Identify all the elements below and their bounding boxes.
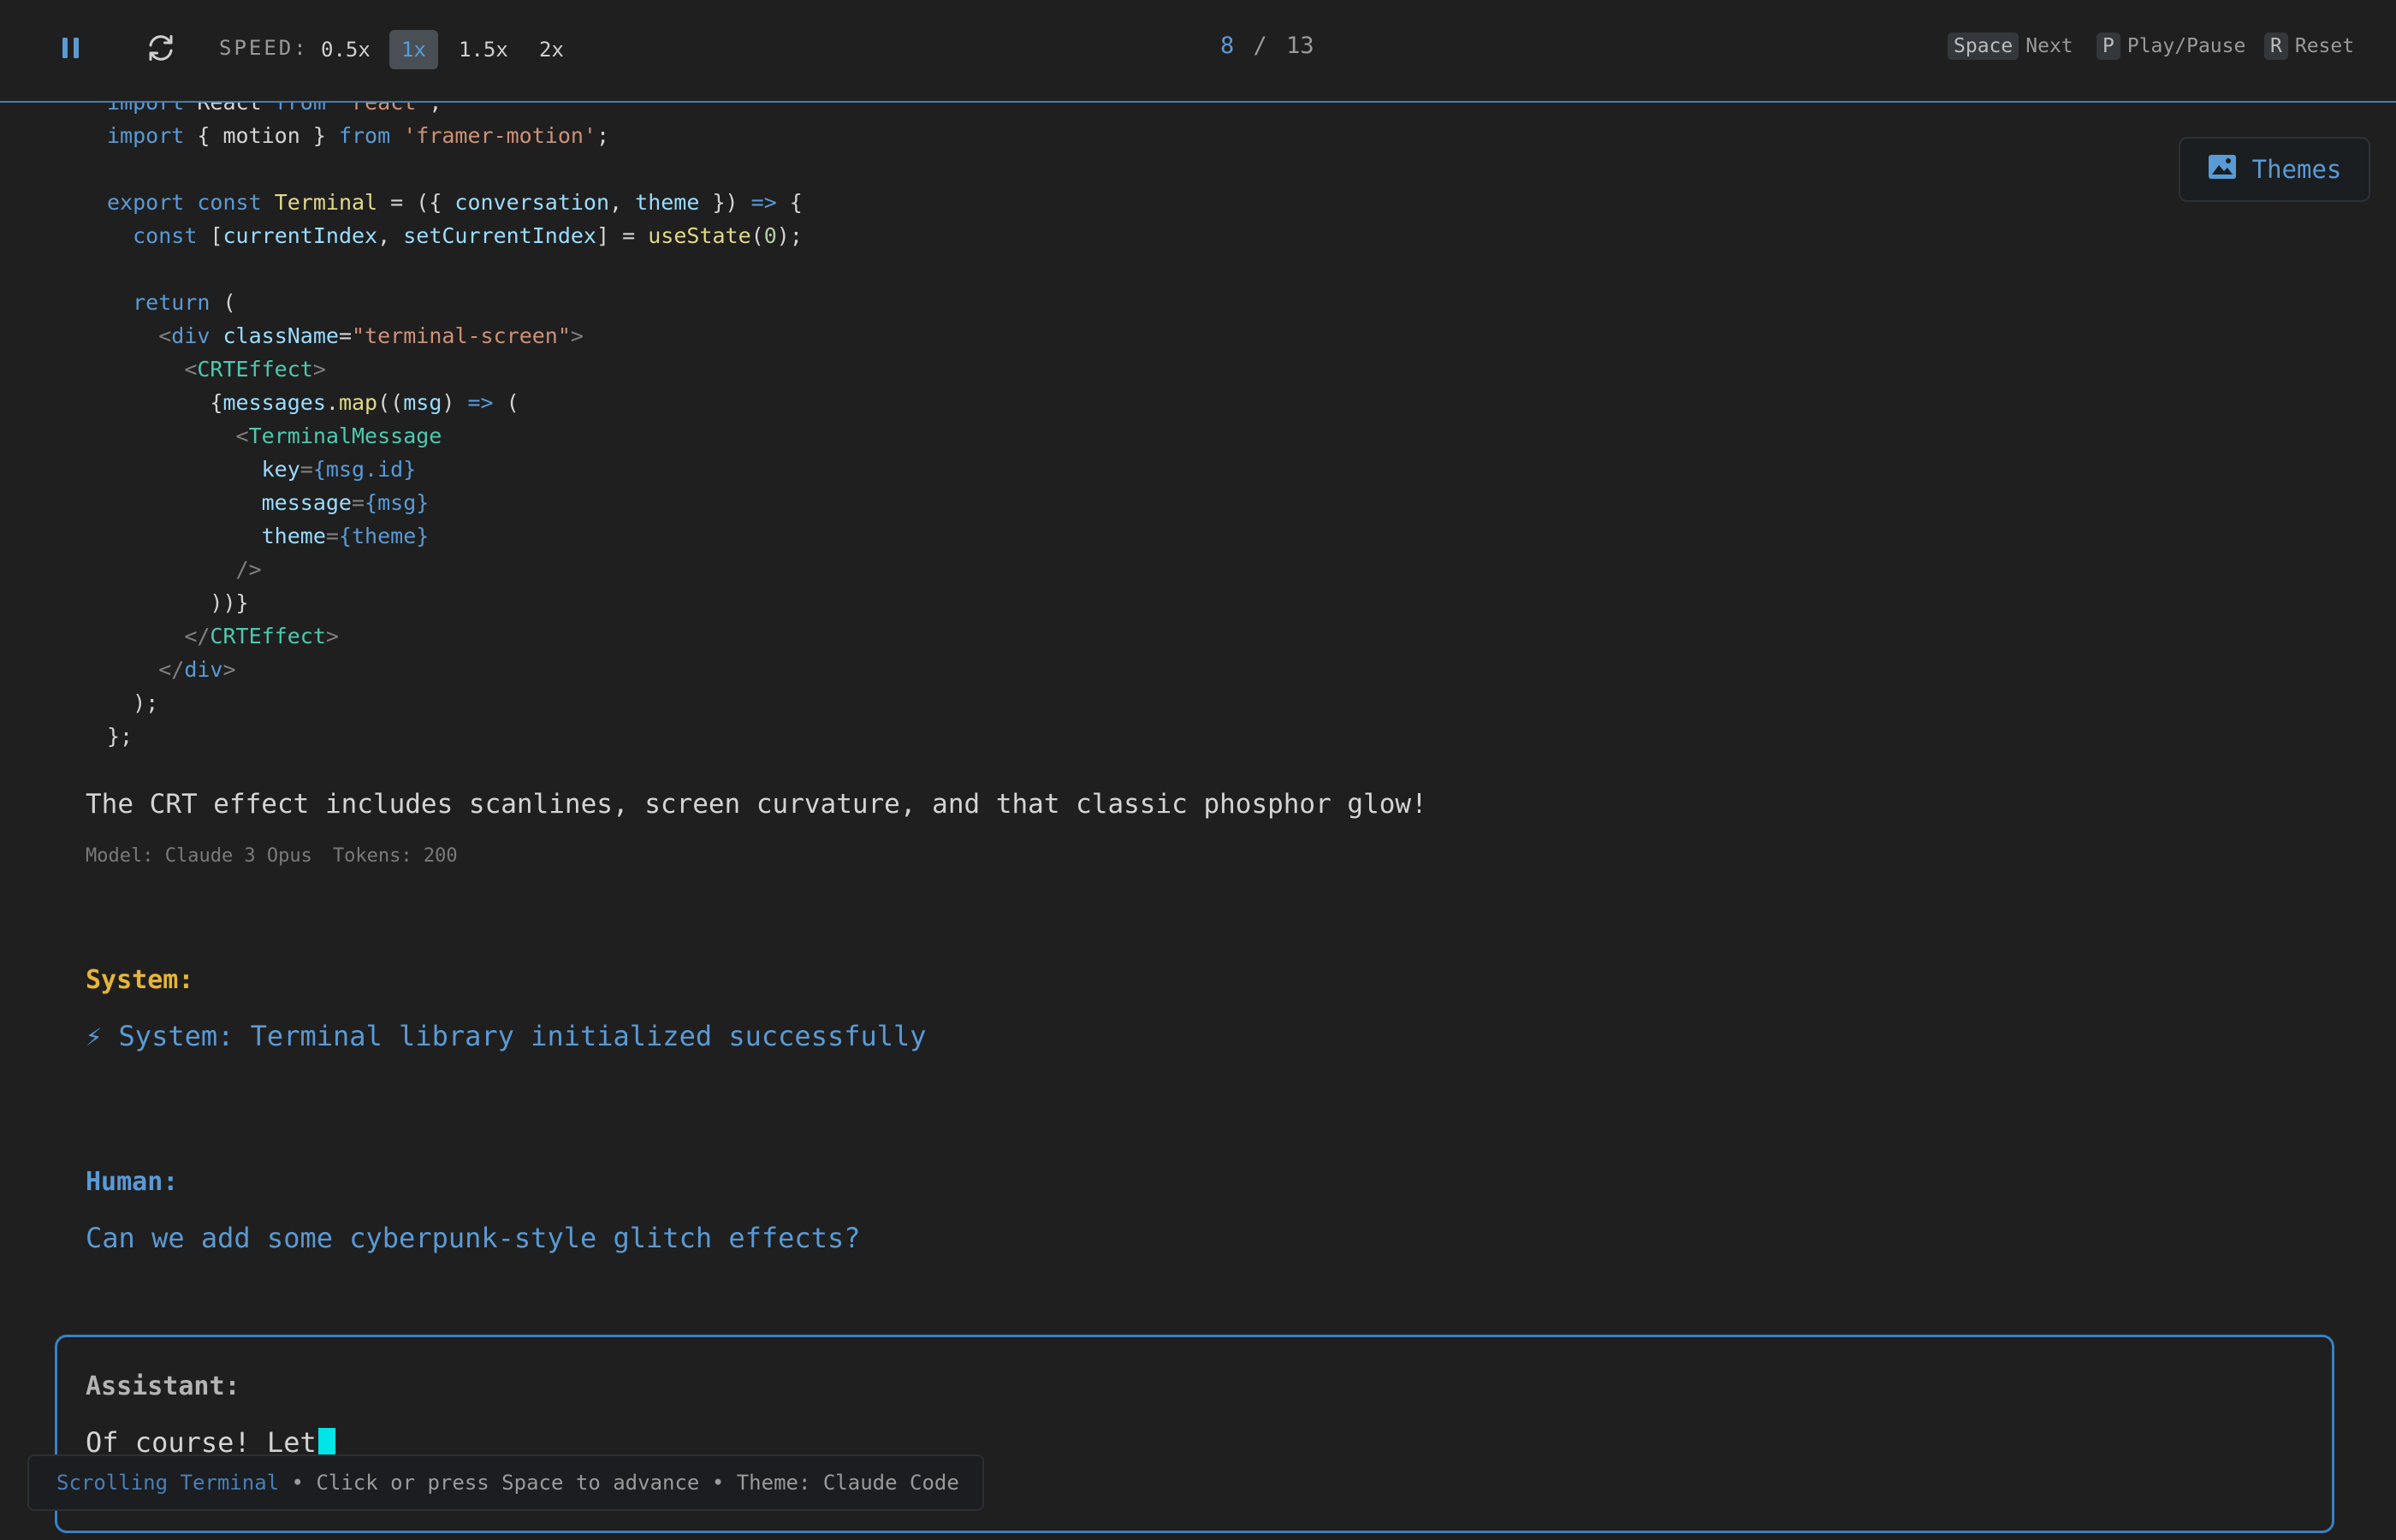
code-block: import React from 'react'; import { moti… [107,86,803,753]
human-heading: Human: [86,1167,179,1197]
code-line: ); [107,690,159,715]
code-line: import { motion } from 'framer-motion'; [107,123,610,148]
speed-option-1-5x[interactable]: 1.5x [447,30,520,69]
shortcut-play-pause: P Play/Pause [2096,33,2245,60]
message-meta: Model: Claude 3 Opus Tokens: 200 [86,845,458,867]
code-line: {messages.map((msg) => ( [107,390,519,415]
key-space: Space [1948,33,2019,60]
speed-option-0-5x[interactable]: 0.5x [309,30,383,69]
assistant-heading: Assistant: [86,1371,240,1401]
code-line: message={msg} [261,490,430,515]
playback-toolbar: SPEED: 0.5x 1x 1.5x 2x 8 / 13 Space Next… [0,0,2396,103]
step-separator: / [1253,33,1267,59]
status-app-name: Scrolling Terminal [56,1471,280,1495]
step-counter: 8 / 13 [1220,33,1314,59]
themes-button[interactable]: Themes [2179,137,2370,202]
code-line: export const Terminal = ({ conversation,… [107,190,803,215]
assistant-message-text: The CRT effect includes scanlines, scree… [86,789,1427,820]
code-line: </CRTEffect> [184,624,339,649]
shortcut-next: Space Next [1948,33,2073,60]
speed-label: SPEED: [219,36,309,60]
code-line: theme={theme} [261,524,430,548]
shortcut-reset: R Reset [2264,33,2354,60]
code-line: return ( [133,290,236,315]
typing-cursor [317,1428,335,1457]
step-total: 13 [1286,33,1314,59]
refresh-icon [145,33,176,67]
model-label: Model: Claude 3 Opus [86,845,312,867]
system-message-text: ⚡ System: Terminal library initialized s… [86,1020,927,1052]
shortcut-play-pause-label: Play/Pause [2126,35,2246,57]
code-line: <div className="terminal-screen"> [158,323,584,348]
pause-icon [61,37,81,62]
tokens-label: Tokens: 200 [332,845,458,867]
code-line: <TerminalMessage [235,424,442,448]
code-line: ))} [107,590,249,615]
speed-option-2x[interactable]: 2x [527,30,576,69]
system-heading: System: [86,965,194,995]
shortcut-next-label: Next [2025,35,2073,57]
key-r: R [2264,33,2288,60]
code-line: key={msg.id} [261,457,417,482]
reset-button[interactable] [137,26,185,74]
code-line: <CRTEffect> [184,357,326,382]
speed-option-1x[interactable]: 1x [389,30,438,69]
code-line: </div> [158,657,236,682]
status-bar: Scrolling Terminal • Click or press Spac… [27,1454,984,1511]
status-hint: • Click or press Space to advance • Them… [279,1471,959,1495]
shortcut-reset-label: Reset [2294,35,2355,57]
code-line: /> [235,557,262,582]
image-icon [2208,154,2237,186]
code-line: }; [107,724,133,749]
themes-label: Themes [2251,155,2342,184]
code-line: const [currentIndex, setCurrentIndex] = … [133,223,803,248]
step-current: 8 [1220,33,1235,59]
key-p: P [2096,33,2120,60]
pause-button[interactable] [47,26,95,74]
human-message-text: Can we add some cyberpunk-style glitch e… [86,1222,861,1254]
